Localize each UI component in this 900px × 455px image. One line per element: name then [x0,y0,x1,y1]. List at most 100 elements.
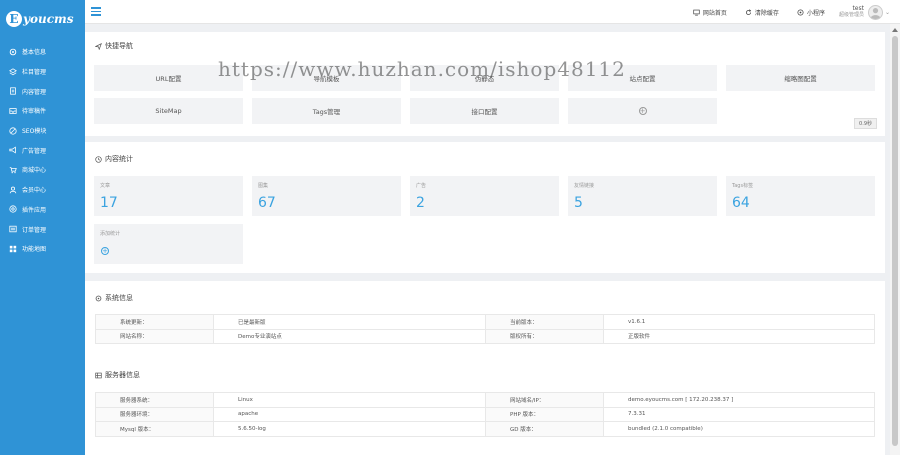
quick-tags-button[interactable]: Tags管理 [252,98,401,124]
bullhorn-icon [9,146,17,154]
quick-rewrite-button[interactable]: 伪静态 [410,65,559,91]
stats-icon [95,155,102,163]
scroll-up-icon[interactable] [892,28,898,32]
gear-icon [9,48,17,56]
table-cell-value: demo.eyoucms.com [ 172.20.238.37 ] [603,392,875,408]
quick-sitemap-button[interactable]: SiteMap [94,98,243,124]
system-info-panel: 系统信息 系统更新： 已是最新版 当前版本： v1.6.1 网站名称： Demo… [85,281,885,455]
plus-icon: + [638,107,647,115]
miniapp-link[interactable]: 小程序 [797,8,825,17]
clear-cache-link[interactable]: 清除缓存 [745,8,779,17]
chevron-down-icon[interactable]: ⌄ [885,9,890,16]
table-row: 服务器环境： apache PHP 版本： 7.3.31 [95,406,875,422]
sidebar-item-function-map[interactable]: 功能地图 [0,239,85,259]
sidebar-item-basic-info[interactable]: 基本信息 [0,42,85,62]
sidebar-item-columns[interactable]: 栏目管理 [0,62,85,82]
quick-thumbnail-config-button[interactable]: 缩略图配置 [726,65,875,91]
sidebar-item-label: 基本信息 [22,49,47,57]
user-name: test [852,5,864,12]
table-cell-key: 网站名称： [95,328,214,344]
stat-value: 67 [258,195,276,211]
layers-icon [9,67,17,76]
quick-nav-panel: 快捷导航 URL配置 导航模板 伪静态 站点配置 缩略图配置 SiteMap T… [85,32,885,136]
stat-label: 添加统计 [100,231,121,237]
stat-card-add[interactable]: 添加统计 + [94,224,243,264]
quick-add-button[interactable]: + [568,98,717,124]
table-cell-key: 当前版本： [485,314,604,330]
table-cell-value: 5.6.50-log [213,421,486,437]
sidebar-item-shop[interactable]: 商城中心 [0,160,85,180]
stat-label: 友情链接 [574,183,595,189]
refresh-icon [745,8,752,15]
quick-site-config-button[interactable]: 站点配置 [568,65,717,91]
stat-card-articles[interactable]: 文章 17 [94,176,243,216]
table-row: 服务器系统： Linux 网站域名/IP： demo.eyoucms.com [… [95,392,875,408]
scrollbar-thumb[interactable] [892,36,898,446]
sidebar-item-orders[interactable]: 订单管理 [0,219,85,239]
table-cell-value: 已是最新版 [213,314,486,330]
sidebar-item-plugins[interactable]: 插件应用 [0,200,85,220]
system-info-table: 系统更新： 已是最新版 当前版本： v1.6.1 网站名称： Demo专业演站点… [95,314,875,344]
table-row: Mysql 版本： 5.6.50-log GD 版本： bundled (2.1… [95,421,875,437]
plus-icon: + [101,247,109,255]
avatar-user-icon [870,7,881,19]
top-bar: 网站首页 清除缓存 小程序 test 超级管理员 ⌄ [85,0,900,24]
sidebar-item-content[interactable]: 内容管理 [0,81,85,101]
sidebar-item-ads[interactable]: 广告管理 [0,140,85,160]
sidebar-item-label: 广告管理 [22,147,47,155]
avatar[interactable] [867,4,883,20]
table-cell-key: 服务器系统： [95,392,214,408]
table-row: 网站名称： Demo专业演站点 版权所有： 正版软件 [95,328,875,344]
logo[interactable]: E youcms [0,0,85,38]
server-icon [95,372,102,378]
table-cell-value: apache [213,406,486,422]
monitor-icon [693,9,700,16]
sidebar-item-seo[interactable]: SEO模块 [0,121,85,141]
quick-url-config-button[interactable]: URL配置 [94,65,243,91]
table-cell-key: Mysql 版本： [95,421,214,437]
quick-nav-title: 快捷导航 [95,41,133,51]
menu-toggle-icon[interactable] [91,7,101,16]
user-role: 超级管理员 [838,12,864,18]
stat-value: 64 [732,195,750,211]
stat-card-links[interactable]: 友情链接 5 [568,176,717,216]
sidebar-item-label: 待审稿件 [22,108,47,116]
table-cell-value: Demo专业演站点 [213,328,486,344]
document-icon [9,87,17,95]
seo-icon [9,126,17,135]
table-cell-key: 系统更新： [95,314,214,330]
sidebar-item-pending[interactable]: 待审稿件 [0,101,85,121]
stat-value: 17 [100,195,118,211]
content-stats-panel: 内容统计 文章 17 图集 67 广告 2 友情链接 5 Tags标签 64 添… [85,142,885,273]
stat-label: 文章 [100,183,111,189]
order-icon [9,225,17,233]
inbox-icon [9,107,17,115]
home-link[interactable]: 网站首页 [693,8,727,17]
table-row: 系统更新： 已是最新版 当前版本： v1.6.1 [95,314,875,330]
server-info-table: 服务器系统： Linux 网站域名/IP： demo.eyoucms.com [… [95,392,875,437]
sidebar-item-label: 功能地图 [22,246,47,254]
sidebar-nav: 基本信息 栏目管理 内容管理 待审稿件 SEO模块 广告管理 商城中心 会员中心… [0,42,85,259]
quick-api-config-button[interactable]: 接口配置 [410,98,559,124]
table-cell-value: bundled (2.1.0 compatible) [603,421,875,437]
user-menu[interactable]: test 超级管理员 ⌄ [838,4,890,20]
home-link-label: 网站首页 [702,9,727,17]
table-cell-value: 7.3.31 [603,406,875,422]
stat-card-images[interactable]: 图集 67 [252,176,401,216]
user-icon [9,186,17,194]
miniapp-icon [797,8,804,16]
sidebar-item-label: 订单管理 [22,226,47,234]
table-cell-key: 网站域名/IP： [485,392,604,408]
sidebar-item-label: 栏目管理 [22,69,47,77]
stat-card-tags[interactable]: Tags标签 64 [726,176,875,216]
stat-card-ads[interactable]: 广告 2 [410,176,559,216]
sidebar-item-label: 会员中心 [22,187,47,195]
system-info-title: 系统信息 [95,293,133,303]
stat-value: 5 [574,195,583,211]
miniapp-label: 小程序 [806,9,825,17]
quick-nav-template-button[interactable]: 导航模板 [252,65,401,91]
grid-icon [9,245,17,253]
cart-icon [9,166,17,174]
load-time-badge: 0.9秒 [854,118,877,129]
sidebar-item-members[interactable]: 会员中心 [0,180,85,200]
